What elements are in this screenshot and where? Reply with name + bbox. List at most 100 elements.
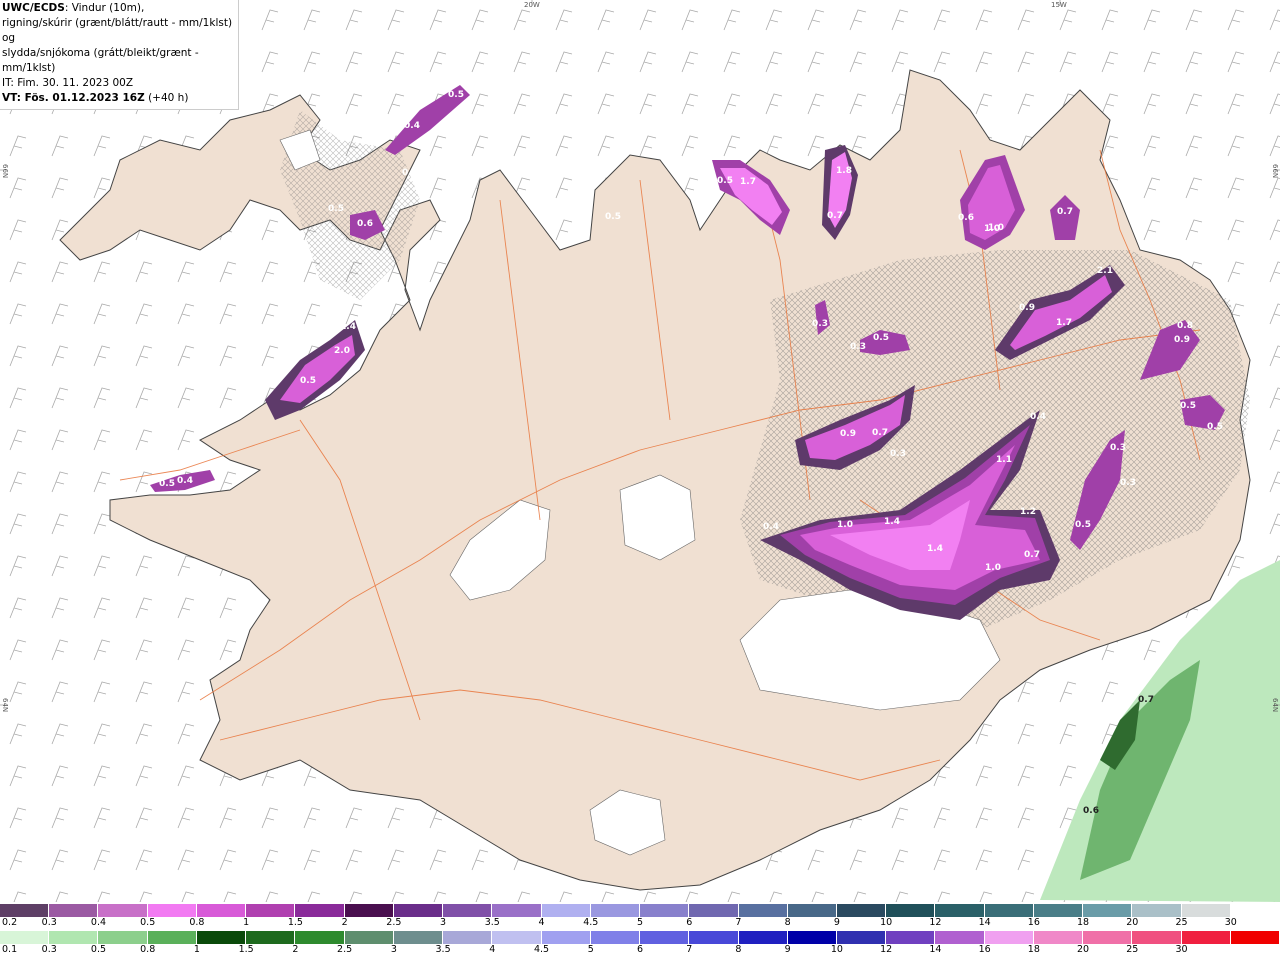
legend-tick-label: 10: [830, 944, 843, 955]
legend-tick-label: 16: [978, 944, 991, 955]
legend-color-swatch: [147, 904, 197, 917]
precip-value-label: 1.4: [340, 322, 356, 332]
precip-value-label: 0.9: [1019, 303, 1035, 313]
rain-legend: 0.1 0.3 0.5 0.8 1 1.5 2 2.5 3 3.5 4 4.5 5 6 7 8 9 10 12 14 1…: [0, 931, 1280, 956]
precip-value-label: 0.7: [1024, 550, 1040, 560]
precip-value-label: 1.0: [837, 520, 853, 530]
legend-tick-label: 2: [292, 944, 299, 955]
info-title-line: UWC/ECDS: Vindur (10m),: [2, 1, 238, 16]
legend-tick-label: 2.5: [386, 917, 402, 928]
precip-value-label: 0.5: [159, 479, 175, 489]
legend-tick-label: 0.4: [90, 917, 107, 928]
init-time: IT: Fim. 30. 11. 2023 00Z: [2, 77, 134, 89]
legend-tick-label: 25: [1126, 944, 1139, 955]
legend-tick-label: 10: [880, 917, 893, 928]
legend-tick-label: 1: [243, 917, 250, 928]
legend-color-swatch: [738, 931, 788, 944]
precip-value-label: 1.1: [996, 455, 1012, 465]
precip-value-label: 1.4: [927, 544, 943, 554]
legend-tick-label: 30: [1175, 944, 1188, 955]
legend-color-swatch: [0, 931, 50, 944]
precip-value-label: 0.3: [812, 319, 828, 329]
legend-tick-label: 8: [784, 917, 791, 928]
legend-tick-label: 3: [440, 917, 447, 928]
legend-color-swatch: [886, 904, 936, 917]
legend-tick-label: 1: [193, 944, 200, 955]
precip-value-label: 0.4: [404, 121, 420, 131]
legend-tick-label: 16: [1027, 917, 1040, 928]
legend-tick-label: 20: [1077, 944, 1090, 955]
product-desc-2: rigning/skúrir (grænt/blátt/rautt - mm/1…: [2, 17, 233, 44]
legend-color-swatch: [935, 904, 985, 917]
precip-value-label: 0.4: [177, 476, 193, 486]
legend-tick-label: 0.1: [2, 944, 18, 955]
legend-tick-label: 4: [538, 917, 545, 928]
precip-value-label: 0.5: [1075, 520, 1091, 530]
lat-label-64n-left: 64N: [1, 698, 9, 713]
precip-value-label: 1.0: [985, 563, 1001, 573]
legend-color-swatch: [1083, 931, 1133, 944]
lat-label-64n-right: 64N: [1271, 698, 1279, 713]
legend-tick-label: 3: [390, 944, 397, 955]
precip-value-label: 0.5: [605, 212, 621, 222]
legend-color-swatch: [492, 931, 542, 944]
legend-color-swatch: [689, 931, 739, 944]
map-info-box: UWC/ECDS: Vindur (10m), rigning/skúrir (…: [0, 0, 239, 110]
legend-tick-label: 25: [1175, 917, 1188, 928]
legend-color-swatch: [640, 931, 690, 944]
legend-color-swatch: [393, 931, 444, 944]
legend-color-swatch: [787, 931, 837, 944]
precip-value-label: 0.7: [872, 428, 888, 438]
legend-tick-label: 9: [833, 917, 840, 928]
legend-tick-label: 12: [880, 944, 893, 955]
legend-color-swatch: [1033, 931, 1084, 944]
lon-label-20w: 20W: [524, 1, 540, 9]
legend-color-swatch: [0, 904, 50, 917]
legend-color-swatch: [787, 904, 837, 917]
precip-value-label: 0.5: [1207, 422, 1223, 432]
legend-color-swatch: [98, 904, 148, 917]
legend-tick-label: 12: [929, 917, 942, 928]
legend-color-swatch: [393, 904, 444, 917]
legend-color-swatch: [590, 904, 641, 917]
snow-legend-labels: 0.2 0.3 0.4 0.5 0.8 1 1.5 2 2.5 3 3.5 4 4.5 5 6 7 8 9 10 12…: [0, 917, 1280, 929]
precip-value-label: 0.3: [1120, 478, 1136, 488]
legend-tick-label: 14: [978, 917, 991, 928]
precip-value-label: 0.7: [827, 211, 843, 221]
precip-value-label: 0.5: [717, 176, 733, 186]
legend-color-swatch: [1230, 904, 1280, 917]
legend-color-swatch: [1132, 904, 1182, 917]
legend-color-swatch: [49, 931, 99, 944]
legend-color-swatch: [49, 904, 99, 917]
lat-label-66n-right: 66N: [1271, 164, 1279, 179]
precip-value-label: 1.4: [884, 517, 900, 527]
legend-tick-label: 0.3: [41, 944, 57, 955]
valid-time: VT: Fös. 01.12.2023 16Z: [2, 92, 145, 104]
precip-value-label: 0.7: [1138, 695, 1154, 705]
precip-value-label: 0.6: [958, 213, 974, 223]
legend-tick-label: 0.5: [90, 944, 107, 955]
legend-color-swatch: [246, 904, 296, 917]
precip-value-label: 0.9: [1174, 335, 1190, 345]
legend-tick-label: 8: [735, 944, 742, 955]
legend-tick-label: 30: [1224, 917, 1237, 928]
legend-color-swatch: [541, 931, 591, 944]
rain-legend-colorbar: [0, 931, 1280, 944]
legend-color-swatch: [1083, 904, 1133, 917]
legend-color-swatch: [196, 931, 247, 944]
valid-time-line: VT: Fös. 01.12.2023 16Z (+40 h): [2, 91, 238, 106]
legend-tick-label: 18: [1077, 917, 1090, 928]
legend-tick-label: 2.5: [337, 944, 353, 955]
legend-tick-label: 5: [587, 944, 594, 955]
legend-tick-label: 7: [686, 944, 693, 955]
legend-tick-label: 0.2: [2, 917, 18, 928]
legend-color-swatch: [1181, 904, 1231, 917]
map-canvas: 0.50.40.30.50.61.42.00.50.5 0.40.51.71.80…: [0, 0, 1280, 902]
legend-color-swatch: [984, 931, 1034, 944]
precip-value-label: 0.5: [448, 90, 464, 100]
legend-tick-label: 4: [489, 944, 496, 955]
legend-tick-label: 6: [636, 944, 644, 955]
precip-value-label: 0.8: [1177, 321, 1193, 331]
precip-value-label: 0.4: [763, 522, 779, 532]
legend-tick-label: 0.8: [140, 944, 156, 955]
